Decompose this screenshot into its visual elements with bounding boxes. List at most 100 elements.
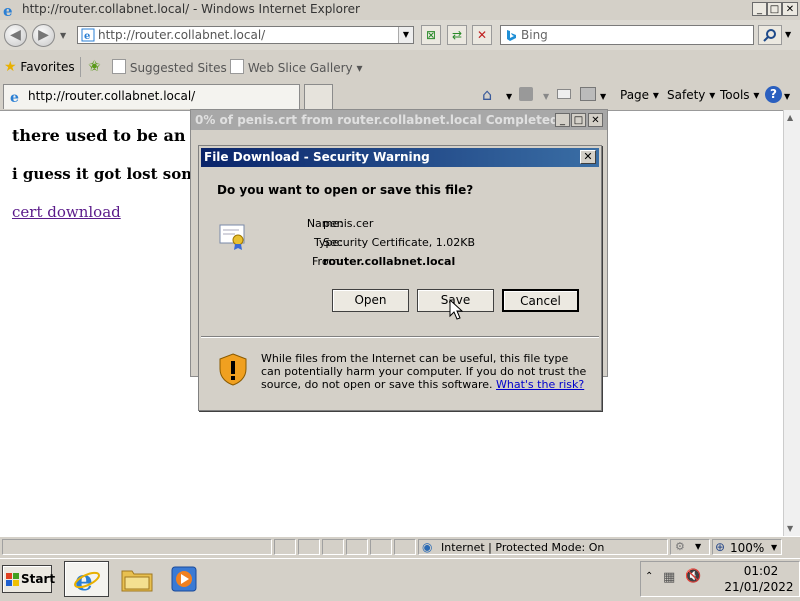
file-name-value: penis.cer [323,217,374,230]
clock-date[interactable]: 21/01/2022 [719,580,799,594]
media-player-icon[interactable] [170,566,200,592]
tools-menu[interactable]: Tools ▾ [720,88,759,102]
ie-logo-icon: e [3,2,13,18]
scroll-down-icon[interactable]: ▼ [787,524,793,533]
internet-explorer-icon: e [74,565,100,593]
scroll-up-icon[interactable]: ▲ [787,113,793,122]
page-icon: e [81,28,95,42]
refresh-icon[interactable]: ⇄ [447,25,467,45]
status-cell [370,539,392,555]
mouse-cursor-icon [449,299,463,320]
add-favorite-icon[interactable]: ✬ [88,57,101,75]
cancel-button[interactable]: Cancel [502,289,579,312]
home-dropdown-icon[interactable]: ▼ [506,92,512,101]
home-icon[interactable]: ⌂ [482,85,492,104]
favorites-button[interactable]: ★ Favorites [4,59,75,75]
print-icon[interactable] [580,87,596,101]
star-icon: ★ [4,59,17,75]
status-cell [298,539,320,555]
feeds-icon[interactable] [519,87,533,101]
print-dropdown-icon[interactable]: ▼ [600,92,606,101]
favorites-label: Favorites [20,60,75,74]
forward-button[interactable]: ▶ [32,24,55,47]
taskbar-ie-button[interactable]: e [64,561,109,597]
zoom-icon: ⊕ [715,540,726,554]
file-explorer-icon[interactable] [121,566,153,592]
system-tray: ⌃ ▦ 🔇 01:02 21/01/2022 [640,561,800,597]
page-menu[interactable]: Page ▾ [620,88,659,102]
dialog-title: File Download - Security Warning [204,150,430,164]
file-type-value: Security Certificate, 1.02KB [323,236,476,249]
safety-menu[interactable]: Safety ▾ [667,88,715,102]
zoom-level: 100% [730,541,765,555]
download-progress-title-bar: 0% of penis.crt from router.collabnet.lo… [191,110,607,130]
status-cell [394,539,416,555]
svg-text:e: e [3,2,13,18]
volume-muted-icon[interactable]: 🔇 [685,569,701,584]
whats-the-risk-link[interactable]: What's the risk? [496,378,584,391]
shield-warning-icon [219,353,247,386]
status-cell [322,539,344,555]
mail-icon[interactable] [557,89,571,99]
warning-message: While files from the Internet can be use… [261,352,591,391]
minimize-button[interactable]: _ [555,113,570,127]
address-bar[interactable]: e http://router.collabnet.local/ ▼ [77,26,414,44]
feeds-dropdown-icon[interactable]: ▼ [543,92,549,101]
address-input[interactable]: http://router.collabnet.local/ [98,28,265,42]
back-button[interactable]: ◀ [4,24,27,47]
zoom-control[interactable]: ⊕ 100% ▼ [712,539,782,555]
tab-active[interactable]: e http://router.collabnet.local/ [3,84,300,109]
start-button[interactable]: Start [2,565,56,593]
open-button[interactable]: Open [332,289,409,312]
page-heading: there used to be an ind [12,126,190,145]
bing-icon [507,30,516,41]
cert-download-link[interactable]: cert download [12,203,121,221]
svg-text:e: e [84,31,90,42]
globe-icon: ◉ [422,540,433,554]
start-label: Start [21,572,56,586]
close-window-button[interactable]: ✕ [782,2,798,16]
divider [201,336,599,338]
history-dropdown-icon[interactable]: ▼ [60,31,66,40]
vertical-scrollbar[interactable]: ▲ ▼ [783,110,800,536]
status-cell [274,539,296,555]
clock-time[interactable]: 01:02 [731,564,791,578]
minimize-button[interactable]: _ [752,2,767,16]
status-message-cell [2,539,272,555]
download-progress-title: 0% of penis.crt from router.collabnet.lo… [195,113,559,127]
protected-mode-cell[interactable]: ⚙ ▼ [670,539,710,555]
certificate-icon [219,224,245,250]
suggested-sites-label: Suggested Sites ▾ [129,61,237,75]
maximize-button[interactable]: □ [767,2,782,16]
search-input[interactable]: Bing [521,28,548,42]
security-zone-text: Internet | Protected Mode: On [441,541,605,554]
security-zone-cell[interactable]: ◉ Internet | Protected Mode: On [418,539,668,555]
stop-icon[interactable]: ✕ [472,25,492,45]
file-download-dialog: File Download - Security Warning ✕ Do yo… [198,145,602,411]
page-icon [112,59,126,74]
maximize-button[interactable]: □ [571,113,586,127]
close-icon[interactable]: ✕ [580,150,596,164]
search-box[interactable]: Bing [500,25,754,45]
compatibility-view-icon[interactable]: ⊠ [421,25,441,45]
show-hidden-icons[interactable]: ⌃ [645,571,653,582]
window-title: http://router.collabnet.local/ - Windows… [22,2,360,16]
web-slice-gallery-button[interactable]: Web Slice Gallery ▾ [230,59,362,75]
close-button[interactable]: ✕ [588,113,603,127]
address-dropdown-icon[interactable]: ▼ [398,27,413,43]
search-options-icon[interactable]: ▼ [785,30,791,39]
suggested-sites-button[interactable]: Suggested Sites ▾ [112,59,237,75]
magnifier-icon [763,29,776,42]
ie-page-icon: e [10,90,19,104]
help-dropdown-icon[interactable]: ▼ [784,92,790,101]
network-icon[interactable]: ▦ [663,570,675,585]
new-tab-button[interactable] [304,84,333,109]
svg-text:e: e [10,90,19,104]
divider [80,57,81,77]
search-button[interactable] [758,25,782,45]
file-source-value: router.collabnet.local [323,255,456,268]
help-icon[interactable]: ? [765,86,782,103]
dropdown-icon: ▼ [695,542,702,551]
zoom-dropdown-icon: ▼ [771,543,778,552]
page-subheading: i guess it got lost somewhe [12,165,190,183]
